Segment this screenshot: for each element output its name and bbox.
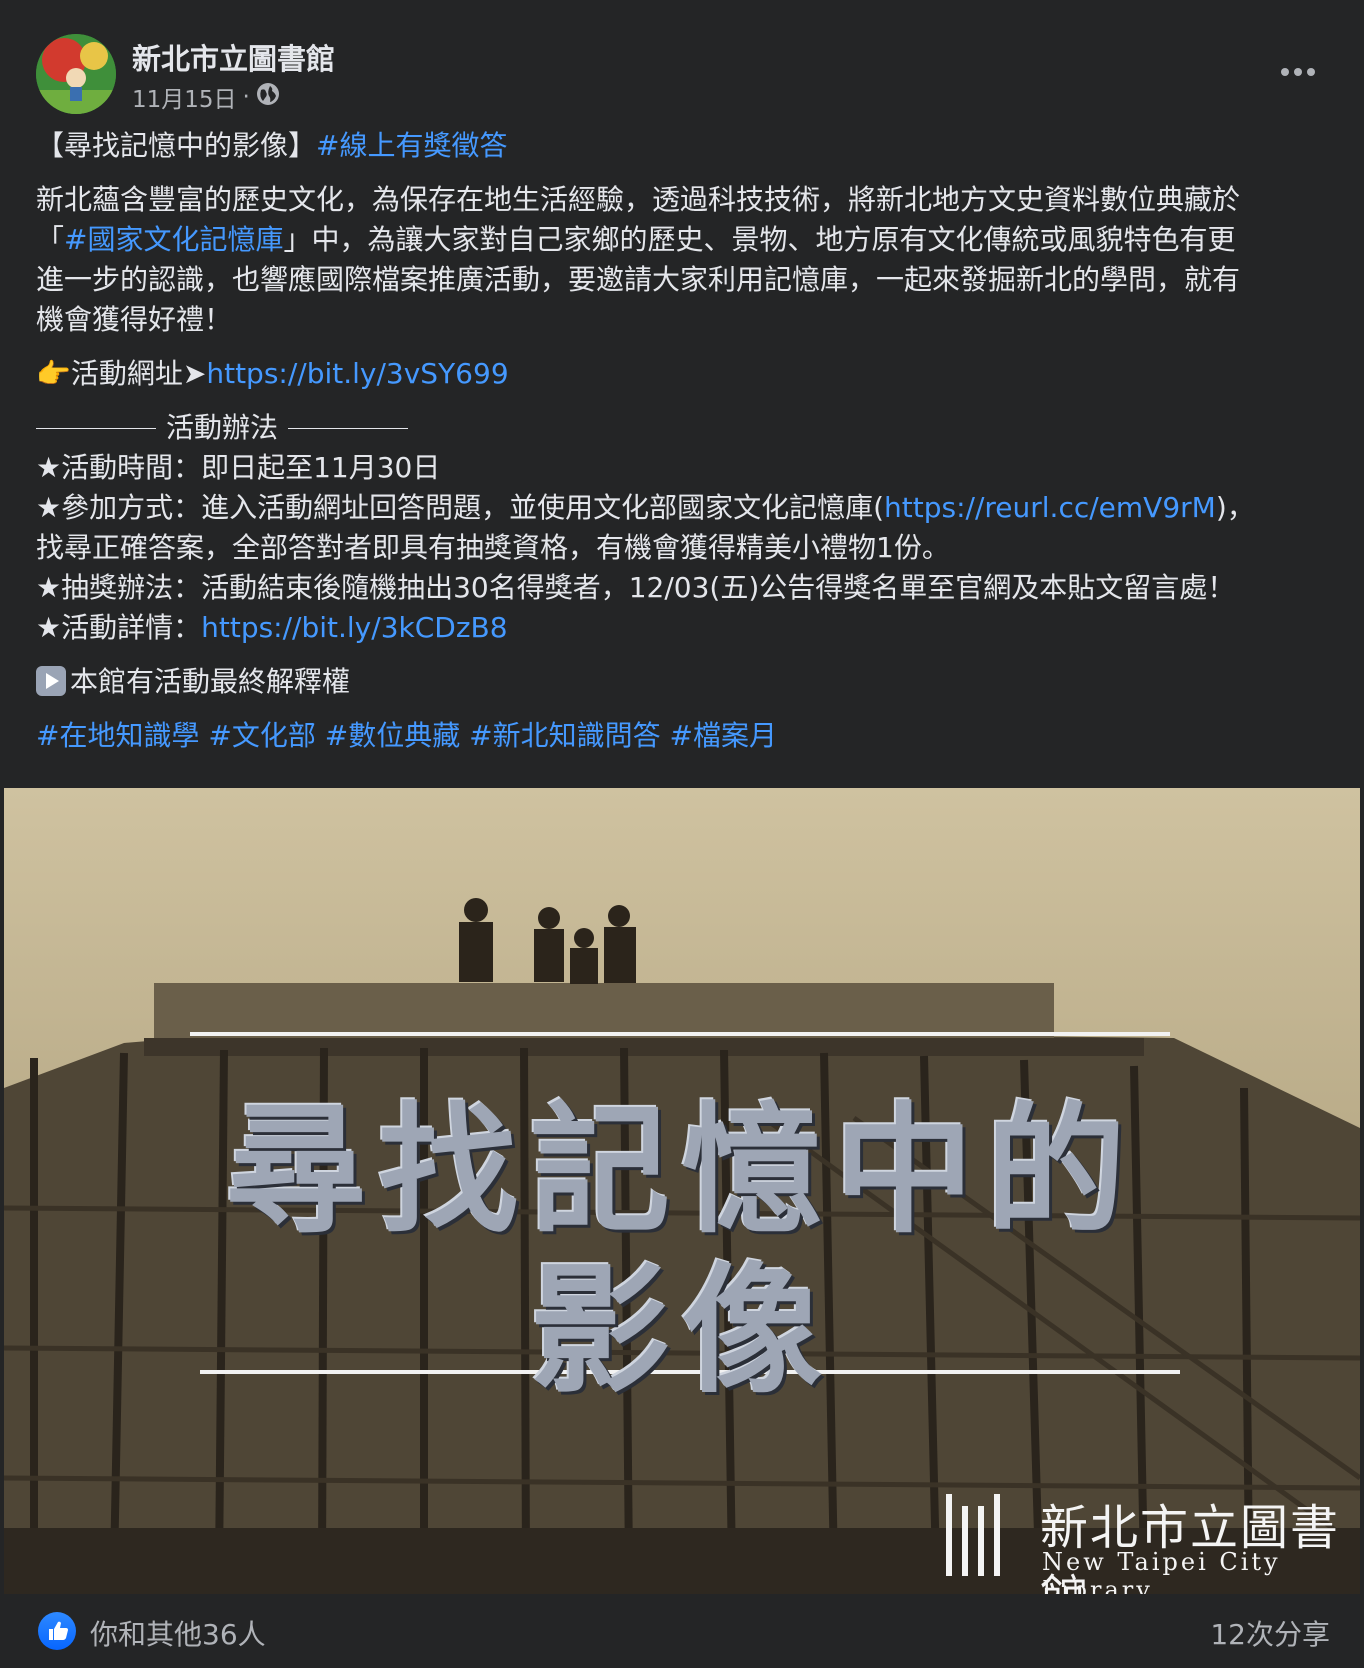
- event-url-link[interactable]: https://bit.ly/3vSY699: [206, 357, 508, 390]
- intro-line: 進一步的認識，也響應國際檔案推廣活動，要邀請大家利用記憶庫，一起來發掘新北的學問…: [36, 263, 1241, 296]
- hashtag-link[interactable]: #在地知識學: [36, 719, 199, 752]
- rule-detail: ★活動詳情：https://bit.ly/3kCDzB8: [36, 608, 1336, 648]
- post-date[interactable]: 11月15日: [132, 80, 237, 114]
- divider-line: [288, 427, 409, 429]
- detail-link[interactable]: https://bit.ly/3kCDzB8: [201, 611, 507, 644]
- facebook-post: 新北市立圖書館 11月15日 · 【尋找記憶中的影像】#線上有獎徵答 新北蘊含豐…: [0, 0, 1364, 1668]
- more-dot: [1294, 68, 1302, 76]
- rules-heading: 活動辦法: [166, 411, 279, 444]
- hashtag-link[interactable]: #新北知識問答: [469, 719, 660, 752]
- like-thumb-icon[interactable]: [38, 1612, 76, 1650]
- hashtag-link[interactable]: #檔案月: [670, 719, 777, 752]
- post-body: 【尋找記憶中的影像】#線上有獎徵答 新北蘊含豐富的歷史文化，為保存在地生活經驗，…: [36, 126, 1336, 770]
- post-title-line: 【尋找記憶中的影像】#線上有獎徵答: [36, 126, 1336, 166]
- bracket-open: 「: [36, 223, 65, 256]
- hashtag-link[interactable]: #國家文化記憶庫: [64, 223, 283, 256]
- shares-count[interactable]: 12次分享: [1210, 1613, 1330, 1653]
- rule-time: ★活動時間：即日起至11月30日: [36, 451, 441, 484]
- more-options-button[interactable]: [1270, 52, 1326, 92]
- rules-block: 活動辦法 ★活動時間：即日起至11月30日 ★參加方式：進入活動網址回答問題，並…: [36, 408, 1336, 648]
- library-logo: 新北市立圖書館 New Taipei City Library: [940, 1488, 1350, 1594]
- hashtag-link[interactable]: #文化部: [208, 719, 315, 752]
- play-button-icon: [36, 666, 66, 696]
- rule-join-continued: 找尋正確答案，全部答對者即具有抽獎資格，有機會獲得精美小禮物1份。: [36, 531, 950, 564]
- meta-separator: ·: [242, 84, 250, 110]
- more-dot: [1307, 68, 1315, 76]
- rule-draw: ★抽獎辦法：活動結束後隨機抽出30名得獎者，12/03(五)公告得獎名單至官網及…: [36, 571, 1236, 604]
- divider-line: [36, 427, 156, 429]
- intro-paragraph: 新北蘊含豐富的歷史文化，為保存在地生活經驗，透過科技技術，將新北地方文史資料數位…: [36, 180, 1336, 340]
- hashtags-row: #在地知識學 #文化部 #數位典藏 #新北知識問答 #檔案月: [36, 716, 1336, 756]
- post-title: 【尋找記憶中的影像】: [36, 129, 317, 162]
- intro-line: 「#國家文化記憶庫」中，為讓大家對自己家鄉的歷史、景物、地方原有文化傳統或風貌特…: [36, 220, 1336, 260]
- logo-subtitle: New Taipei City Library: [1042, 1548, 1281, 1594]
- rule-detail-label: ★活動詳情：: [36, 611, 202, 644]
- intro-line: 機會獲得好禮！: [36, 303, 233, 336]
- image-title-line2: 影像: [529, 1249, 834, 1413]
- hashtag-link[interactable]: #線上有獎徵答: [316, 129, 507, 162]
- event-url-line: 👉活動網址➤https://bit.ly/3vSY699: [36, 354, 1336, 394]
- intro-line: 新北蘊含豐富的歷史文化，為保存在地生活經驗，透過科技技術，將新北地方文史資料數位…: [36, 183, 1241, 216]
- rule-join: ★參加方式：進入活動網址回答問題，並使用文化部國家文化記憶庫(https://r…: [36, 488, 1336, 528]
- event-url-label: 活動網址➤: [70, 357, 207, 390]
- disclaimer-line: 本館有活動最終解釋權: [36, 662, 1336, 702]
- post-header: 新北市立圖書館 11月15日 ·: [36, 34, 1326, 114]
- page-name-link[interactable]: 新北市立圖書館: [132, 36, 335, 78]
- rule-join-text: ★參加方式：進入活動網址回答問題，並使用文化部國家文化記憶庫(: [36, 491, 885, 524]
- page-avatar[interactable]: [36, 34, 116, 114]
- rule-join-suffix: )，: [1215, 491, 1255, 524]
- post-footer: 你和其他36人 12次分享: [0, 1594, 1364, 1668]
- globe-icon: [256, 82, 280, 112]
- pointing-hand-icon: 👉: [36, 357, 71, 390]
- rules-heading-row: 活動辦法: [36, 408, 1336, 448]
- reactions-count[interactable]: 你和其他36人: [90, 1613, 266, 1653]
- disclaimer-text: 本館有活動最終解釋權: [70, 665, 351, 698]
- post-meta: 11月15日 ·: [132, 80, 280, 114]
- hashtag-link[interactable]: #數位典藏: [325, 719, 460, 752]
- more-dot: [1281, 68, 1289, 76]
- intro-text: 」中，為讓大家對自己家鄉的歷史、景物、地方原有文化傳統或風貌特色有更: [283, 223, 1236, 256]
- memory-bank-link[interactable]: https://reurl.cc/emV9rM: [884, 491, 1216, 524]
- post-image[interactable]: 尋找記憶中的 影像 新北市立圖書館 New Taipei City Librar…: [4, 788, 1360, 1594]
